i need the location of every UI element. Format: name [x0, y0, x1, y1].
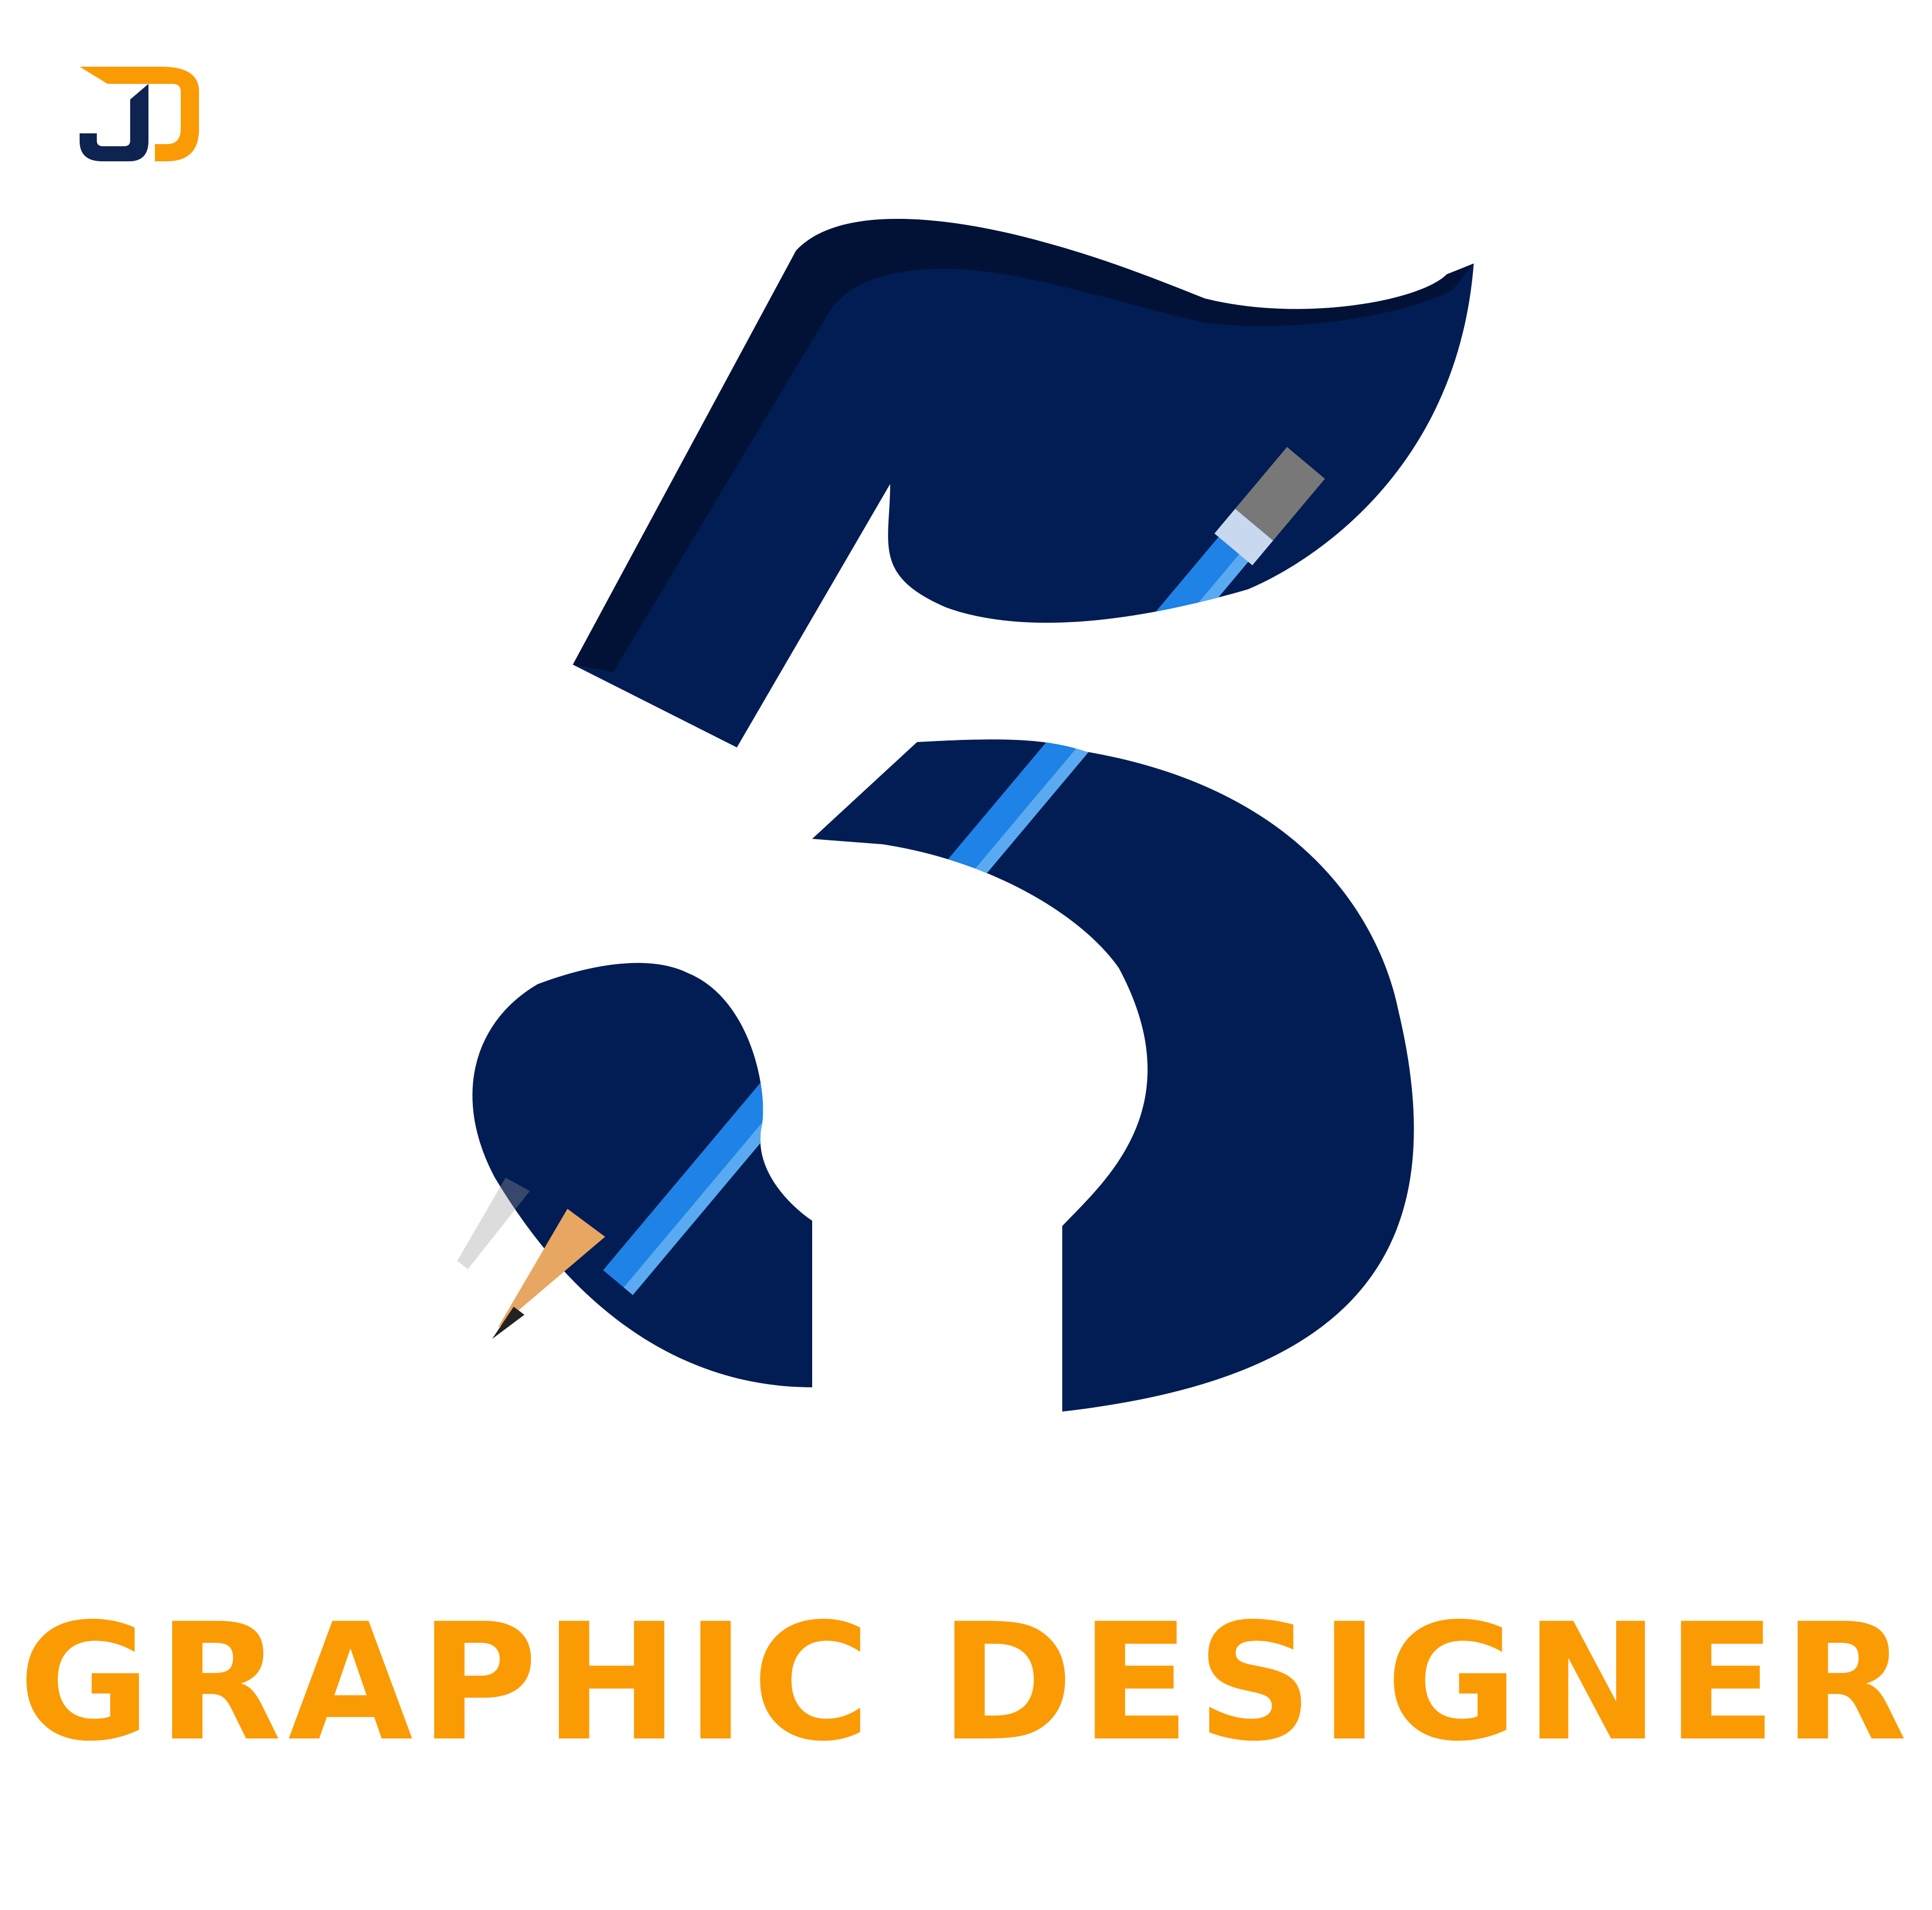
- pencil-shadow: [457, 1178, 530, 1269]
- numeral-five-shape: [472, 218, 1474, 1412]
- logo-j-stroke: [80, 84, 148, 161]
- jd-logo: [80, 67, 199, 161]
- numeral-five: [472, 218, 1474, 1412]
- headline-text: GRAPHIC DESIGNER: [18, 1589, 1914, 1777]
